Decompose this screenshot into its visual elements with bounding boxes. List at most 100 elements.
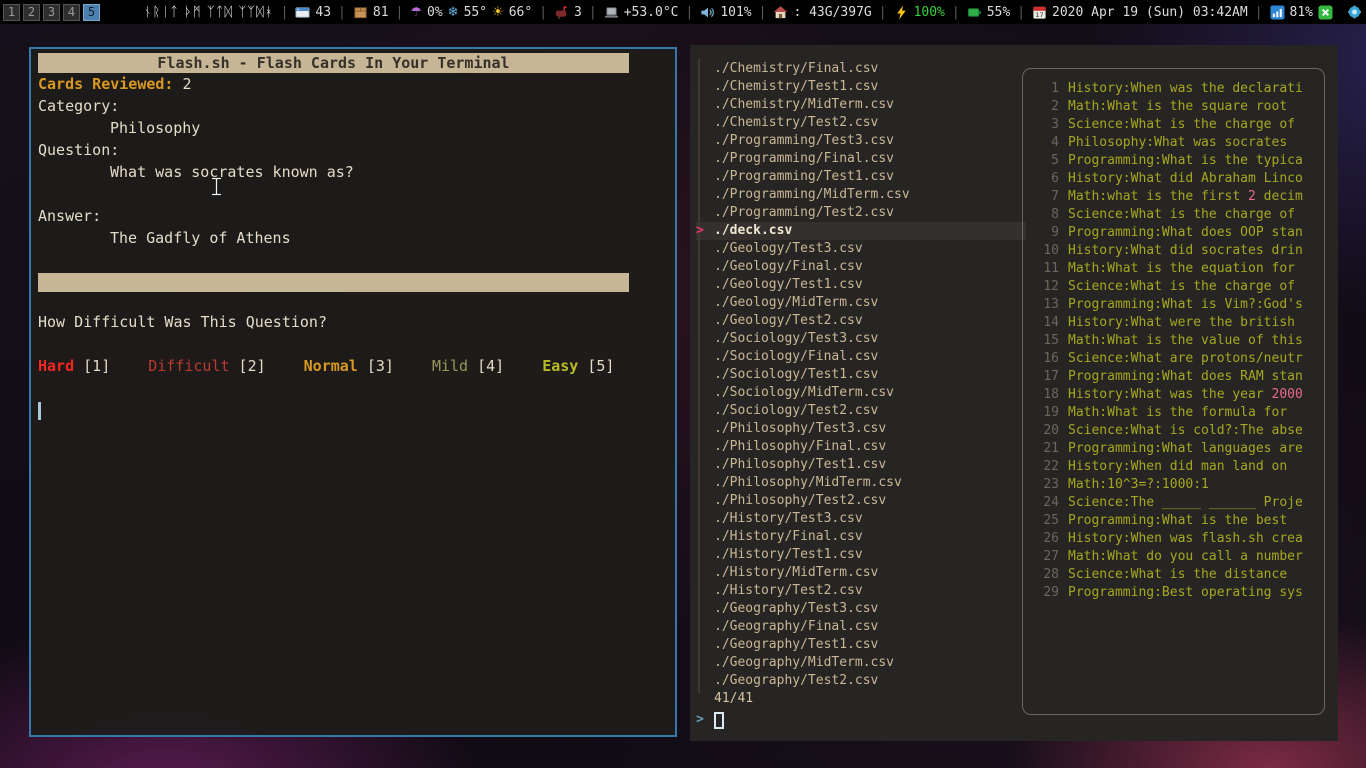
file-row[interactable]: ./Philosophy/Test2.csv [696,492,1026,510]
preview-line: 19Math:What is the formula for [1035,404,1314,422]
file-name: ./Geology/Test2.csv [714,312,863,330]
line-text: Math:What is the equation for [1068,260,1295,278]
file-row[interactable]: ./Chemistry/Final.csv [696,60,1026,78]
line-number: 6 [1035,170,1059,188]
file-row[interactable]: ./Programming/MidTerm.csv [696,186,1026,204]
file-row-selected[interactable]: >./deck.csv [696,222,1026,240]
line-number: 26 [1035,530,1059,548]
line-number: 28 [1035,566,1059,584]
file-row[interactable]: ./Sociology/MidTerm.csv [696,384,1026,402]
file-row[interactable]: ./History/Test2.csv [696,582,1026,600]
file-name: ./Philosophy/Test2.csv [714,492,886,510]
difficulty-label: Mild [432,357,468,375]
pointer-cell [696,546,714,564]
line-number: 11 [1035,260,1059,278]
preview-line: 23Math:10^3=?:1000:1 [1035,476,1314,494]
line-text: Science:The _____ ______ Proje [1068,494,1303,512]
line-number: 15 [1035,332,1059,350]
input-cursor-line[interactable] [38,399,668,421]
pointer-cell [696,672,714,690]
signal-icon [1270,5,1285,20]
file-name: ./Sociology/MidTerm.csv [714,384,894,402]
close-icon[interactable] [1318,5,1333,20]
file-row[interactable]: ./Programming/Final.csv [696,150,1026,168]
difficulty-option-difficult[interactable]: Difficult [2] [148,357,265,375]
preview-line: 29Programming:Best operating sys [1035,584,1314,602]
preview-line: 7Math:what is the first 2 decim [1035,188,1314,206]
file-row[interactable]: ./Programming/Test2.csv [696,204,1026,222]
file-row[interactable]: ./Philosophy/MidTerm.csv [696,474,1026,492]
file-row[interactable]: ./Sociology/Test1.csv [696,366,1026,384]
line-number: 27 [1035,548,1059,566]
file-row[interactable]: ./Sociology/Final.csv [696,348,1026,366]
workspace-button-2[interactable]: 2 [23,4,40,21]
difficulty-option-hard[interactable]: Hard [1] [38,357,110,375]
separator: | [879,5,887,20]
file-row[interactable]: ./Geology/Final.csv [696,258,1026,276]
line-text: Science:What is the charge of [1068,278,1295,296]
difficulty-option-mild[interactable]: Mild [4] [432,357,504,375]
file-name: ./Geology/Final.csv [714,258,863,276]
question-label: Question: [38,139,668,161]
difficulty-option-normal[interactable]: Normal [3] [304,357,394,375]
file-row[interactable]: ./Chemistry/Test1.csv [696,78,1026,96]
file-row[interactable]: ./Philosophy/Final.csv [696,438,1026,456]
file-row[interactable]: ./Chemistry/Test2.csv [696,114,1026,132]
preview-line: 22History:When did man land on [1035,458,1314,476]
file-name: ./Programming/Final.csv [714,150,894,168]
line-text: Math:What is the value of this [1068,332,1303,350]
file-row[interactable]: ./Philosophy/Test3.csv [696,420,1026,438]
match-counter: 41/41 [714,690,753,708]
file-name: ./Geography/MidTerm.csv [714,654,894,672]
file-row[interactable]: ./Geography/Final.csv [696,618,1026,636]
preview-line: 21Programming:What languages are [1035,440,1314,458]
pointer-cell [696,258,714,276]
blank-line [38,377,668,399]
file-row[interactable]: ./Geology/Test3.csv [696,240,1026,258]
file-row[interactable]: ./History/Test1.csv [696,546,1026,564]
file-row[interactable]: ./Programming/Test3.csv [696,132,1026,150]
file-row[interactable]: ./Geography/Test1.csv [696,636,1026,654]
cpu-temp-text: +53.0°C [624,5,679,20]
difficulty-key: [3] [358,357,394,375]
file-row[interactable]: ./Geography/Test3.csv [696,600,1026,618]
line-text: Programming:Best operating sys [1068,584,1303,602]
file-row[interactable]: ./Chemistry/MidTerm.csv [696,96,1026,114]
updates-text: 43 [315,5,331,20]
file-row[interactable]: ./Sociology/Test3.csv [696,330,1026,348]
tray-app-icon[interactable] [1347,5,1362,20]
clock-module: 172020 Apr 19 (Sun) 03:42AM [1032,5,1248,20]
line-text: Science:What is the charge of [1068,116,1295,134]
file-row[interactable]: ./Geology/Test1.csv [696,276,1026,294]
line-number: 20 [1035,422,1059,440]
file-name: ./Programming/Test2.csv [714,204,894,222]
file-row[interactable]: ./Sociology/Test2.csv [696,402,1026,420]
preview-line: 6History:What did Abraham Linco [1035,170,1314,188]
preview-line: 20Science:What is cold?:The abse [1035,422,1314,440]
line-text: Math:What is the formula for [1068,404,1287,422]
line-number: 25 [1035,512,1059,530]
line-number: 24 [1035,494,1059,512]
workspace-button-5[interactable]: 5 [83,4,100,21]
difficulty-option-easy[interactable]: Easy [5] [542,357,614,375]
workspace-button-3[interactable]: 3 [43,4,60,21]
file-row[interactable]: ./Geology/Test2.csv [696,312,1026,330]
difficulty-label: Hard [38,357,74,375]
file-row[interactable]: ./Geography/MidTerm.csv [696,654,1026,672]
file-row[interactable]: ./Programming/Test1.csv [696,168,1026,186]
pointer-cell [696,60,714,78]
line-number: 3 [1035,116,1059,134]
file-name: ./Philosophy/Test3.csv [714,420,886,438]
file-name: ./Geography/Final.csv [714,618,878,636]
volume-module: 101% [700,5,751,20]
workspace-button-1[interactable]: 1 [3,4,20,21]
workspace-button-4[interactable]: 4 [63,4,80,21]
battery-text: 55% [987,5,1010,20]
fzf-search-input[interactable]: > [696,710,724,730]
file-row[interactable]: ./History/Final.csv [696,528,1026,546]
file-row[interactable]: ./Philosophy/Test1.csv [696,456,1026,474]
file-row[interactable]: ./History/Test3.csv [696,510,1026,528]
file-row[interactable]: ./Geography/Test2.csv [696,672,1026,690]
file-row[interactable]: ./Geology/MidTerm.csv [696,294,1026,312]
file-row[interactable]: ./History/MidTerm.csv [696,564,1026,582]
